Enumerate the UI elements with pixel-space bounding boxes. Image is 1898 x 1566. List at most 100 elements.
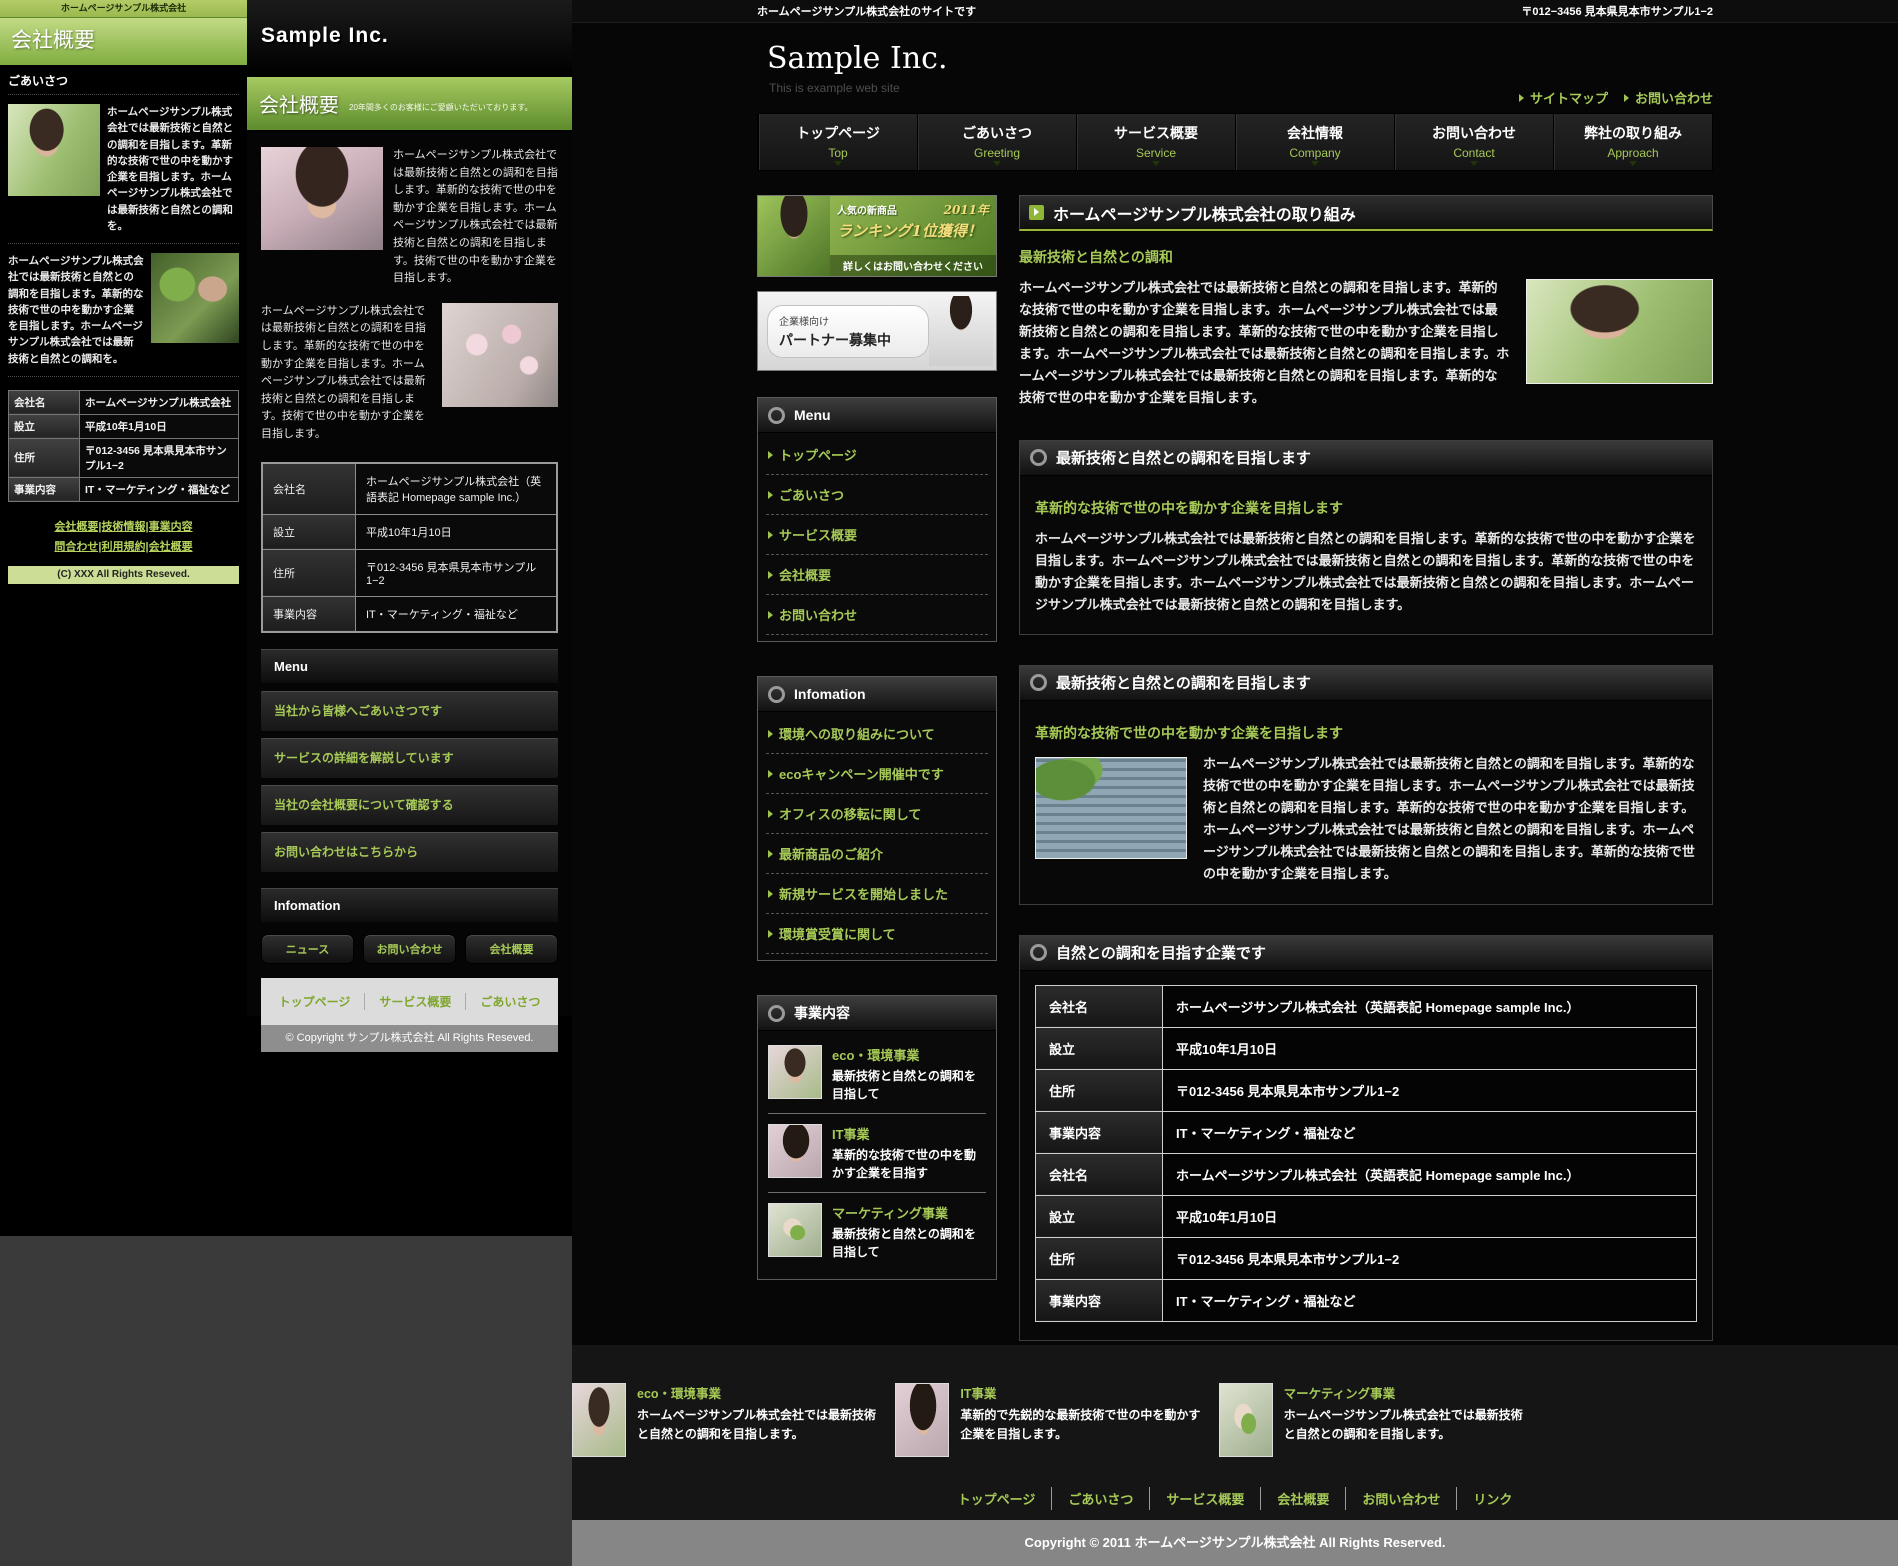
tablet-quick-button[interactable]: 会社概要 — [465, 934, 558, 964]
footer-business-block[interactable]: eco・環境事業 ホームページサンプル株式会社では最新技術と自然との調和を目指し… — [572, 1383, 881, 1457]
tablet-logo[interactable]: Sample Inc. — [261, 24, 389, 48]
tablet-quick-button[interactable]: ニュース — [261, 934, 354, 964]
business-item-description: 最新技術と自然との調和を目指して — [832, 1225, 986, 1261]
footer-nav-link[interactable]: リンク — [1456, 1487, 1528, 1510]
desktop-logo[interactable]: Sample Inc. — [767, 41, 947, 76]
table-label-cell: 住所 — [1036, 1237, 1163, 1279]
arrow-icon — [768, 571, 773, 579]
nav-item-label-en: Service — [1077, 146, 1235, 160]
nav-item[interactable]: 弊社の取り組み Approach — [1553, 114, 1712, 170]
desktop-nav-list: トップページ Top ごあいさつ Greeting サービス概要 Service — [757, 113, 1713, 171]
nav-item-label-en: Top — [759, 146, 917, 160]
mobile-page-title: 会社概要 — [0, 17, 247, 65]
arrow-icon — [768, 770, 773, 778]
tablet-menu-item[interactable]: 当社から皆様へごあいさつです — [261, 691, 558, 731]
sidebar-business-box: 事業内容 eco・環境事業 最新技術と自然との調和を目指して — [757, 995, 997, 1280]
footer-block-description: 革新的で先鋭的な最新技術で世の中を動かす企業を目指します。 — [960, 1406, 1204, 1444]
tablet-company-table: 会社名 ホームページサンプル株式会社（英語表記 Homepage sample … — [261, 462, 558, 633]
mobile-footer-links-line2[interactable]: 問合わせ|利用規約|会社概要 — [54, 541, 192, 553]
tablet-layout-screenshot: Sample Inc. 会社概要 20年間多くのお客様にご愛顧いただいております… — [247, 0, 572, 1016]
section-technology-2: 最新技術と自然との調和を目指します 革新的な技術で世の中を動かす企業を目指します… — [1019, 665, 1713, 905]
table-value-cell: ホームページサンプル株式会社 — [80, 390, 239, 414]
nav-item[interactable]: ごあいさつ Greeting — [917, 114, 1076, 170]
nav-item-label-jp: お問い合わせ — [1395, 123, 1553, 143]
table-row: 会社名 ホームページサンプル株式会社（英語表記 Homepage sample … — [1036, 1153, 1697, 1195]
business-item[interactable]: eco・環境事業 最新技術と自然との調和を目指して — [768, 1035, 986, 1114]
intro-subheading: 最新技術と自然との調和 — [1019, 247, 1713, 267]
nav-item-label-en: Contact — [1395, 146, 1553, 160]
tablet-quick-button[interactable]: お問い合わせ — [363, 934, 456, 964]
desktop-topbar-address: 〒012−3456 見本県見本市サンプル1−2 — [1521, 3, 1713, 19]
tablet-paragraph-2: ホームページサンプル株式会社では最新技術と自然との調和を目指します。革新的な技術… — [261, 303, 432, 444]
sidebar-infomation-item[interactable]: 最新商品のご紹介 — [766, 834, 988, 874]
mobile-greeting-heading: ごあいさつ — [8, 65, 239, 95]
footer-block-photo — [1219, 1383, 1273, 1457]
table-row: 会社名 ホームページサンプル株式会社 — [9, 390, 239, 414]
sidebar-infomation-item[interactable]: 環境賞受賞に関して — [766, 914, 988, 954]
table-row: 会社名 ホームページサンプル株式会社（英語表記 Homepage sample … — [262, 463, 557, 515]
banner-new-product-label: 人気の新商品 — [837, 202, 897, 217]
circle-icon — [768, 1005, 785, 1022]
sidebar-menu-item[interactable]: サービス概要 — [766, 515, 988, 555]
business-item-photo — [768, 1124, 822, 1178]
tablet-menu-item[interactable]: サービスの詳細を解説しています — [261, 738, 558, 778]
partner-banner[interactable]: 企業様向け パートナー募集中 — [757, 291, 997, 371]
section-heading: 最新技術と自然との調和を目指します — [1056, 447, 1311, 468]
circle-icon — [768, 407, 785, 424]
utility-link[interactable]: お問い合わせ — [1624, 88, 1713, 107]
footer-nav-link[interactable]: ごあいさつ — [1051, 1487, 1149, 1510]
table-row: 住所 〒012-3456 見本県見本市サンプル1−2 — [9, 438, 239, 477]
photo-suit-woman — [929, 296, 993, 366]
nav-item[interactable]: トップページ Top — [758, 114, 917, 170]
arrow-icon — [768, 850, 773, 858]
sidebar-menu-item[interactable]: お問い合わせ — [766, 595, 988, 635]
table-value-cell: IT・マーケティング・福祉など — [1163, 1111, 1697, 1153]
nav-item-label-jp: ごあいさつ — [918, 123, 1076, 143]
table-row: 住所 〒012-3456 見本県見本市サンプル1−2 — [262, 549, 557, 596]
section-heading-bar: 自然との調和を目指す企業です — [1020, 936, 1712, 971]
sidebar-menu-item[interactable]: トップページ — [766, 435, 988, 475]
sidebar-menu-list: トップページごあいさつサービス概要会社概要お問い合わせ — [758, 433, 996, 641]
tablet-footer-link[interactable]: トップページ — [265, 993, 365, 1010]
desktop-main-nav: トップページ Top ごあいさつ Greeting サービス概要 Service — [572, 113, 1898, 173]
tablet-menu-item[interactable]: お問い合わせはこちらから — [261, 832, 558, 872]
table-row: 事業内容 IT・マーケティング・福祉など — [1036, 1279, 1697, 1321]
nav-item[interactable]: 会社情報 Company — [1235, 114, 1394, 170]
table-value-cell: 平成10年1月10日 — [1163, 1027, 1697, 1069]
table-value-cell: ホームページサンプル株式会社（英語表記 Homepage sample Inc.… — [1163, 985, 1697, 1027]
nav-item-label-jp: トップページ — [759, 123, 917, 143]
ranking-banner[interactable]: 人気の新商品 2011年 ランキング1位獲得！ 詳しくはお問い合わせください — [757, 195, 997, 277]
footer-nav-link[interactable]: トップページ — [942, 1487, 1052, 1510]
photo-woman-park — [8, 104, 100, 196]
utility-link[interactable]: サイトマップ — [1519, 88, 1608, 107]
sidebar-infomation-item[interactable]: ecoキャンペーン開催中です — [766, 754, 988, 794]
sidebar-infomation-item[interactable]: 環境への取り組みについて — [766, 714, 988, 754]
nav-item[interactable]: サービス概要 Service — [1076, 114, 1235, 170]
sidebar-infomation-item[interactable]: オフィスの移転に関して — [766, 794, 988, 834]
sidebar-infomation-item[interactable]: 新規サービスを開始しました — [766, 874, 988, 914]
mobile-footer-links-line1[interactable]: 会社概要|技術情報|事業内容 — [54, 521, 192, 533]
sidebar-menu-item[interactable]: ごあいさつ — [766, 475, 988, 515]
business-item[interactable]: IT事業 革新的な技術で世の中を動かす企業を目指す — [768, 1114, 986, 1193]
footer-business-block[interactable]: マーケティング事業 ホームページサンプル株式会社では最新技術と自然との調和を目指… — [1219, 1383, 1528, 1457]
tablet-footer-link[interactable]: ごあいさつ — [465, 993, 554, 1010]
business-item[interactable]: マーケティング事業 最新技術と自然との調和を目指して — [768, 1193, 986, 1271]
business-item-description: 最新技術と自然との調和を目指して — [832, 1067, 986, 1103]
footer-nav-link[interactable]: お問い合わせ — [1345, 1487, 1456, 1510]
sidebar-menu-item-label: サービス概要 — [779, 525, 857, 544]
table-row: 設立 平成10年1月10日 — [1036, 1195, 1697, 1237]
tablet-menu-item[interactable]: 当社の会社概要について確認する — [261, 785, 558, 825]
footer-business-blocks: eco・環境事業 ホームページサンプル株式会社では最新技術と自然との調和を目指し… — [572, 1383, 1528, 1457]
desktop-utility-links: サイトマップお問い合わせ — [1519, 88, 1713, 107]
nav-item[interactable]: お問い合わせ Contact — [1394, 114, 1553, 170]
tablet-footer-link[interactable]: サービス概要 — [364, 993, 465, 1010]
canvas-gray-backdrop — [0, 1236, 572, 1566]
tablet-button-row: ニュースお問い合わせ会社概要 — [261, 934, 558, 964]
sidebar-infomation-item-label: 環境への取り組みについて — [779, 724, 935, 743]
footer-block-name: マーケティング事業 — [1284, 1383, 1528, 1402]
footer-business-block[interactable]: IT事業 革新的で先鋭的な最新技術で世の中を動かす企業を目指します。 — [895, 1383, 1204, 1457]
footer-nav-link[interactable]: 会社概要 — [1260, 1487, 1345, 1510]
footer-nav-link[interactable]: サービス概要 — [1149, 1487, 1260, 1510]
sidebar-infomation-item-label: 新規サービスを開始しました — [779, 884, 948, 903]
sidebar-menu-item[interactable]: 会社概要 — [766, 555, 988, 595]
